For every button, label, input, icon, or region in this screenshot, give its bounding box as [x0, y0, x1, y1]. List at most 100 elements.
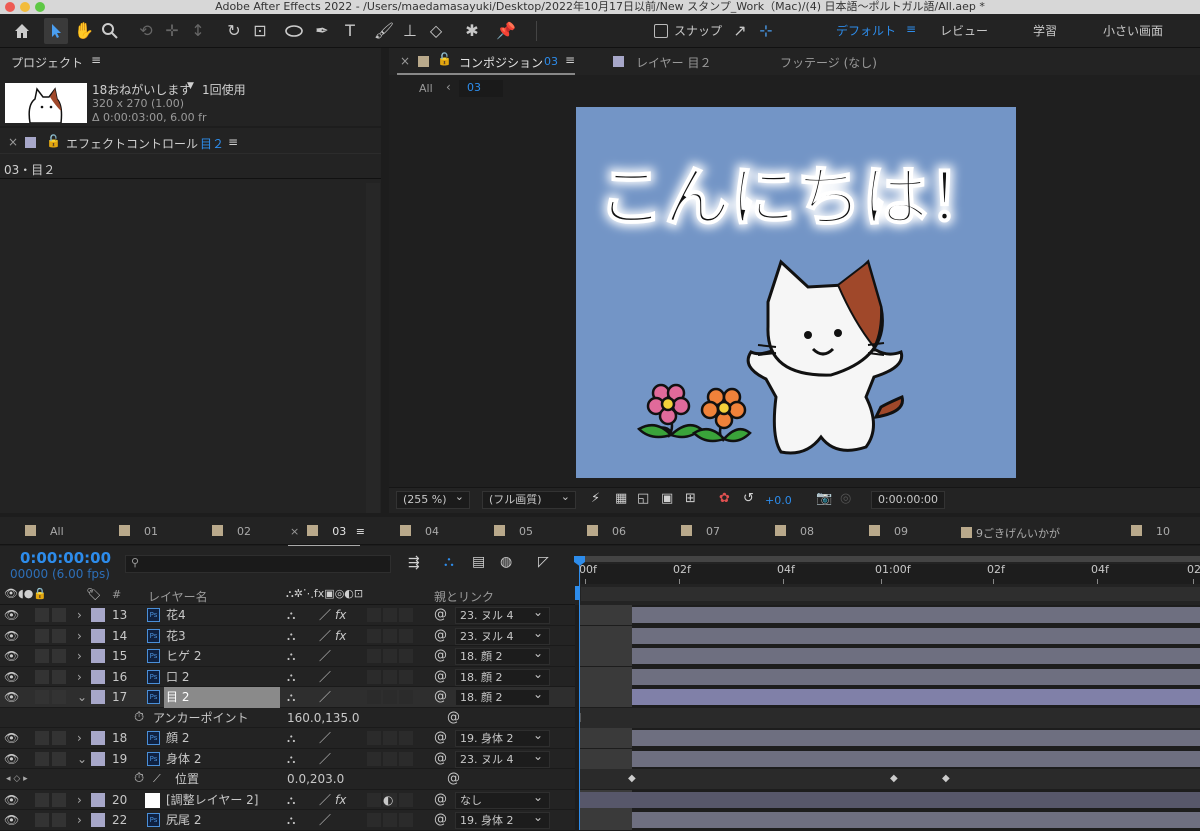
layer-row[interactable]: 👁 › 18 Ps 顔 2 ⛬ ／ @19. 身体 2 [0, 728, 1200, 749]
lock-icon[interactable]: 🔓 [46, 134, 61, 148]
parent-dropdown[interactable]: 19. 身体 2 [455, 728, 550, 747]
layer-name[interactable]: 目 2 [164, 687, 280, 708]
adjustment-switch[interactable] [383, 690, 397, 704]
adjustment-switch[interactable] [383, 669, 397, 684]
type-tool-icon[interactable]: T [338, 18, 362, 44]
label-color-swatch[interactable] [91, 813, 105, 827]
layer-duration-bar[interactable] [632, 750, 1200, 767]
channel-icon[interactable]: ✿ [719, 491, 730, 506]
solo-switch[interactable] [35, 649, 49, 663]
label-color-swatch[interactable] [91, 649, 105, 663]
panel-menu-icon[interactable]: ≡ [228, 135, 238, 149]
shy-switch-icon[interactable]: ⛬ [287, 810, 295, 831]
layer-duration-bar[interactable] [632, 689, 1200, 705]
layer-row[interactable]: 👁 › 15 Ps ヒゲ 2 ⛬ ／ @18. 顔 2 [0, 646, 1200, 667]
mask-visibility-icon[interactable]: ◱ [637, 491, 649, 506]
adjustment-switch[interactable] [383, 731, 397, 745]
shy-switch-icon[interactable]: ⛬ [287, 790, 295, 811]
footage-tab[interactable]: フッテージ (なし) [780, 54, 877, 71]
adjustment-switch[interactable] [383, 813, 397, 827]
puppet-pin-tool-icon[interactable]: 📌 [494, 18, 518, 44]
layer-duration-bar[interactable] [632, 648, 1200, 664]
label-color-swatch[interactable] [91, 669, 105, 684]
pick-whip-icon[interactable]: @ [434, 626, 447, 647]
quality-switch-icon[interactable]: ／ [319, 810, 331, 831]
shy-switch-icon[interactable]: ⛬ [287, 646, 295, 667]
workspace-small-screen[interactable]: 小さい画面 [1103, 22, 1163, 39]
shy-switch-icon[interactable]: ⛬ [287, 728, 295, 749]
motion-blur-switch[interactable] [367, 628, 381, 643]
resolution-dropdown[interactable]: (フル画質) ⌄ [482, 490, 576, 509]
hand-tool-icon[interactable]: ✋ [72, 18, 96, 44]
minimize-window-icon[interactable] [20, 2, 30, 12]
label-header-icon[interactable]: 🏷 [86, 587, 101, 601]
label-color-swatch[interactable] [91, 628, 105, 643]
property-value[interactable]: 160.0,135.0 [287, 708, 360, 729]
quality-switch-icon[interactable]: ／ [319, 687, 331, 708]
expand-twirl-icon[interactable]: › [77, 810, 82, 831]
solo-switch[interactable] [35, 731, 49, 745]
timeline-tab-9[interactable]: 09 [869, 525, 908, 538]
layer-duration-bar[interactable] [632, 607, 1200, 623]
layer-row[interactable]: 👁 › 16 Ps 口 2 ⛬ ／ @18. 顔 2 [0, 666, 1200, 688]
expand-twirl-icon[interactable]: › [77, 667, 82, 688]
transparency-grid-icon[interactable]: ▦ [615, 491, 627, 506]
zoom-window-icon[interactable] [35, 2, 45, 12]
layer-name[interactable]: 口 2 [164, 667, 280, 688]
panel-menu-icon[interactable]: ≡ [91, 53, 101, 67]
parent-dropdown[interactable]: 19. 身体 2 [455, 810, 550, 829]
lock-switch[interactable] [52, 628, 66, 643]
snapshot-icon[interactable]: 📷 [816, 491, 832, 506]
visibility-icon[interactable]: 👁 [4, 646, 19, 667]
pick-whip-icon[interactable]: @ [434, 646, 447, 667]
adjustment-switch[interactable] [383, 751, 397, 766]
project-item-name[interactable]: 18おねがいします [92, 81, 191, 98]
shy-switch-icon[interactable]: ⛬ [287, 605, 295, 626]
motion-blur-switch[interactable] [367, 813, 381, 827]
visibility-icon[interactable]: 👁 [4, 626, 19, 647]
zoom-dropdown[interactable]: (255 %) ⌄ [396, 490, 470, 509]
motion-blur-switch[interactable] [367, 608, 381, 622]
fx-switch-icon[interactable]: fx [335, 605, 346, 626]
keyframe-navigator[interactable]: ◂ ◇ ▸ [6, 769, 28, 790]
lock-switch[interactable] [52, 792, 66, 807]
workspace-default[interactable]: デフォルト [836, 22, 896, 39]
expand-twirl-icon[interactable]: › [77, 626, 82, 647]
lock-switch[interactable] [52, 649, 66, 663]
pick-whip-icon[interactable]: @ [434, 728, 447, 749]
pick-whip-icon[interactable]: @ [434, 749, 447, 770]
current-time-display[interactable]: 0:00:00:00 [20, 549, 111, 567]
stopwatch-icon[interactable]: ⏱ [134, 708, 144, 729]
pick-whip-icon[interactable]: @ [434, 687, 447, 708]
quality-switch-icon[interactable]: ／ [319, 626, 331, 647]
keyframe-icon[interactable]: ◆ [628, 769, 636, 790]
roto-brush-tool-icon[interactable]: ✱ [460, 18, 484, 44]
visibility-icon[interactable]: 👁 [4, 667, 19, 688]
parent-dropdown[interactable]: 23. ヌル 4 [455, 626, 550, 645]
3d-switch[interactable] [399, 751, 413, 766]
visibility-icon[interactable]: 👁 [4, 749, 19, 770]
fast-preview-icon[interactable]: ⚡ [591, 491, 600, 506]
selection-tool-icon[interactable] [44, 18, 68, 44]
brush-tool-icon[interactable]: 🖌 [372, 18, 396, 44]
expand-twirl-icon[interactable]: › [77, 646, 82, 667]
label-color-swatch[interactable] [91, 751, 105, 766]
keyframe-icon[interactable]: ◆ [890, 769, 898, 790]
comp-canvas[interactable]: こんにちは！ こんにちは！ [576, 107, 1016, 478]
layer-name[interactable]: 顔 2 [164, 728, 280, 749]
comp-tab-name[interactable]: 03 [544, 55, 558, 68]
layer-row[interactable]: 👁 › 22 Ps 尻尾 2 ⛬ ／ @19. 身体 2 [0, 810, 1200, 831]
pick-whip-icon[interactable]: @ [447, 708, 460, 729]
close-tab-icon[interactable]: × [400, 54, 410, 68]
solo-switch[interactable] [35, 813, 49, 827]
timeline-tab-6[interactable]: 06 [587, 525, 626, 538]
solo-switch[interactable] [35, 690, 49, 704]
timeline-tab-4[interactable]: 04 [400, 525, 439, 538]
layer-search-input[interactable]: ⚲ [125, 555, 391, 573]
pick-whip-icon[interactable]: @ [434, 605, 447, 626]
quality-switch-icon[interactable]: ／ [319, 790, 331, 811]
time-ruler[interactable]: 00f 02f 04f 01:00f 02f 04f 02 [575, 546, 1200, 605]
layer-row[interactable]: 👁 › 13 Ps 花4 ⛬ ／ fx @23. ヌル 4 [0, 605, 1200, 626]
solo-switch[interactable] [35, 608, 49, 622]
ellipse-tool-icon[interactable] [282, 18, 306, 44]
